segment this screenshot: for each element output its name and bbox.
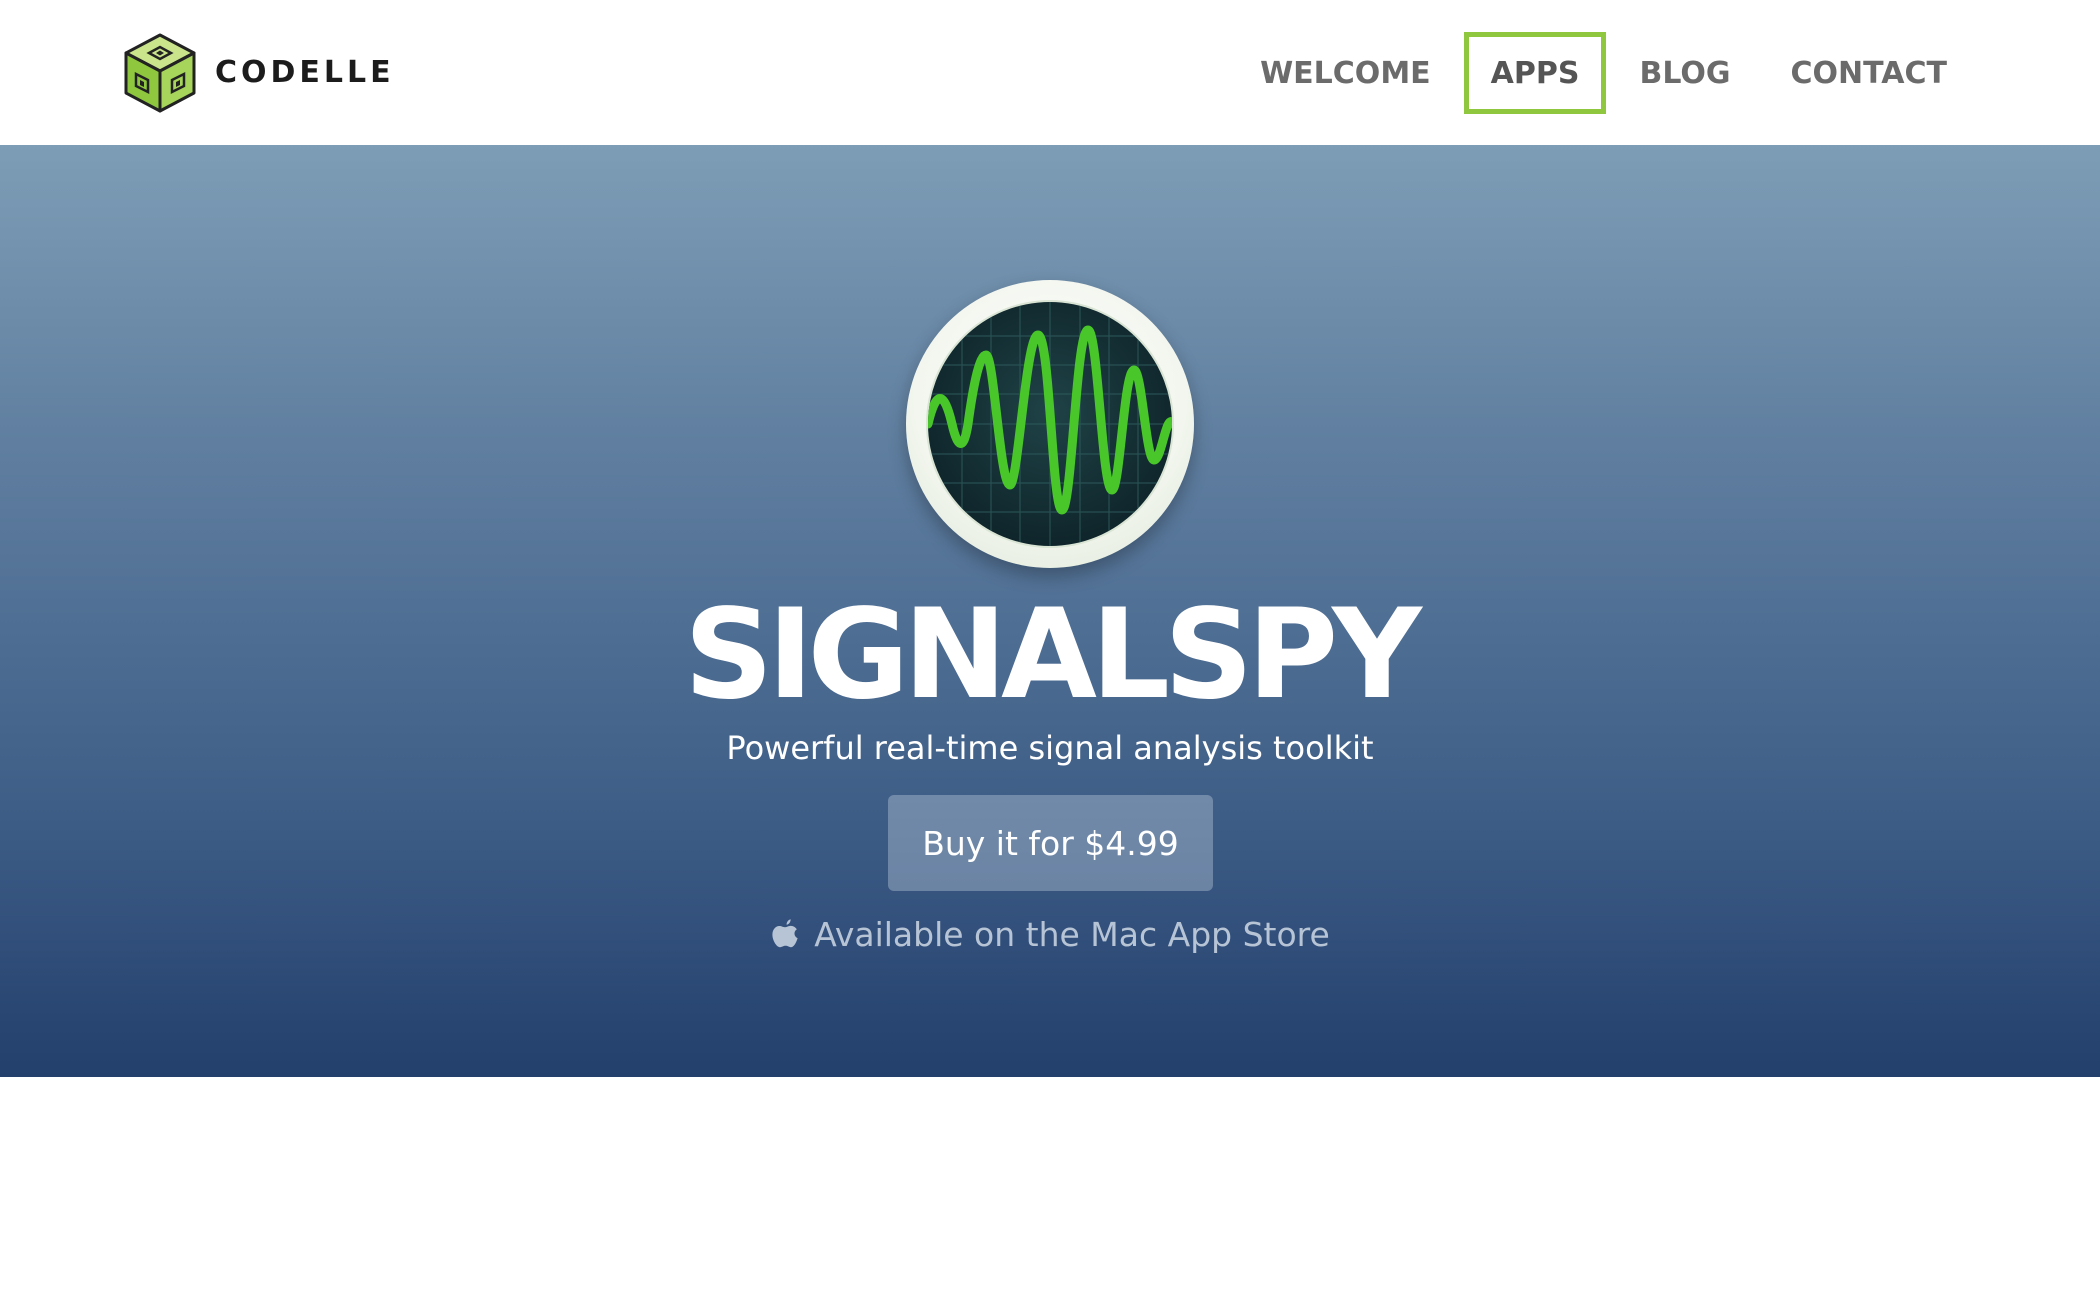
app-title: SIGNALSPY xyxy=(684,583,1422,727)
app-subtitle: Powerful real-time signal analysis toolk… xyxy=(726,729,1374,767)
buy-button[interactable]: Buy it for $4.99 xyxy=(888,795,1213,891)
oscilloscope-waveform-icon xyxy=(906,280,1194,568)
mac-app-store-link[interactable]: Available on the Mac App Store xyxy=(0,915,2100,954)
cube-logo-icon xyxy=(124,33,196,112)
site-header: CODELLE WELCOME APPS BLOG CONTACT xyxy=(0,0,2100,145)
nav-item-apps[interactable]: APPS xyxy=(1463,32,1607,114)
main-nav: WELCOME APPS BLOG CONTACT xyxy=(1227,32,1974,114)
apple-icon xyxy=(772,918,798,947)
brand-home-link[interactable]: CODELLE xyxy=(123,30,395,115)
nav-item-blog[interactable]: BLOG xyxy=(1612,32,1757,114)
hero-section: SIGNALSPY Powerful real-time signal anal… xyxy=(0,145,2100,1077)
nav-item-contact[interactable]: CONTACT xyxy=(1764,32,1974,114)
store-note-text: Available on the Mac App Store xyxy=(814,915,1330,954)
nav-item-welcome[interactable]: WELCOME xyxy=(1233,32,1458,114)
brand-name: CODELLE xyxy=(215,55,395,90)
